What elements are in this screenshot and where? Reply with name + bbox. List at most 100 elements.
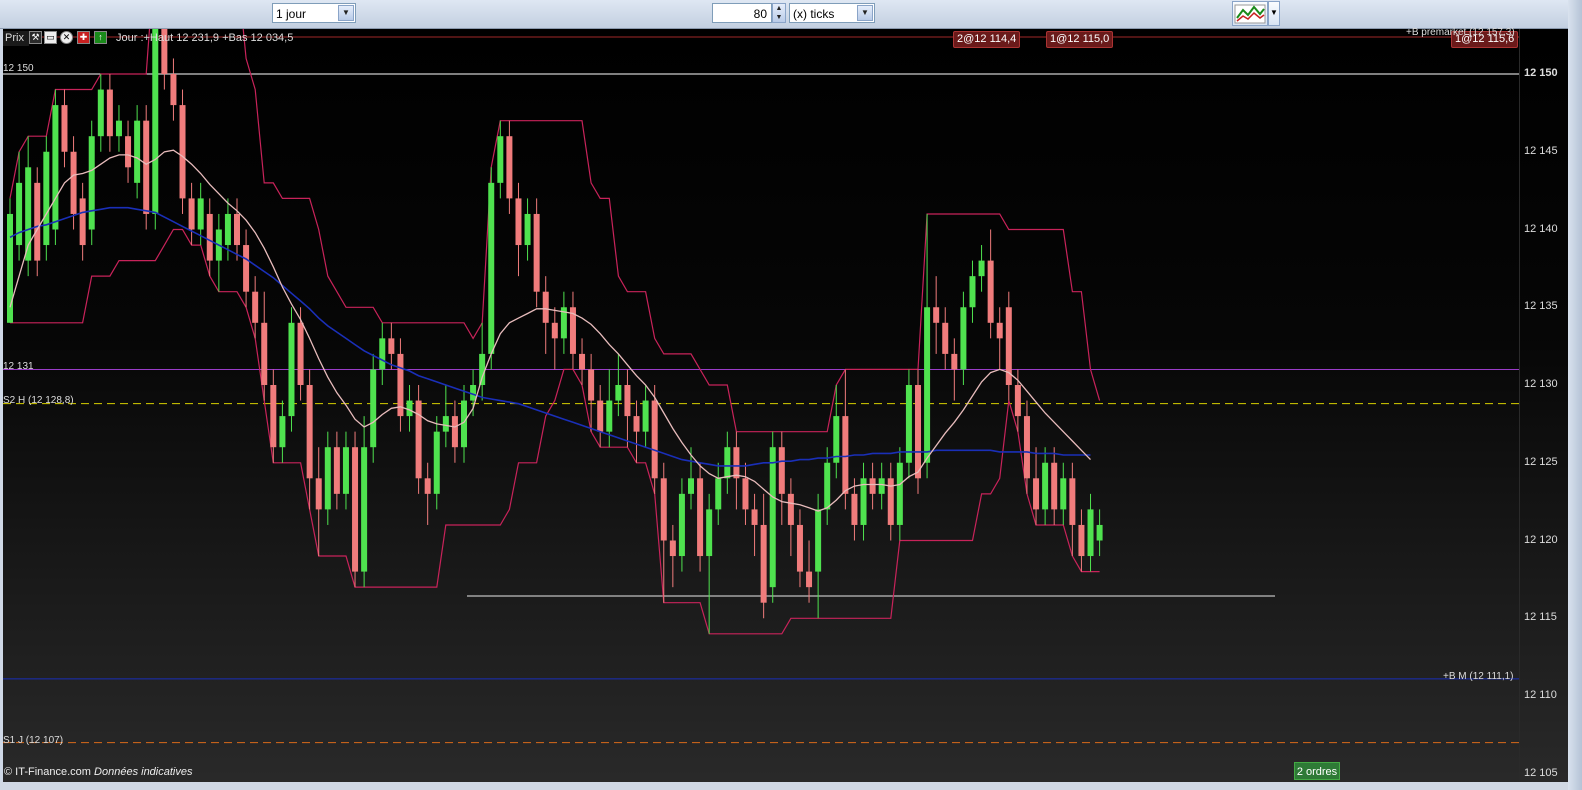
orders-button[interactable]: 2 ordres	[1294, 762, 1340, 780]
price-axis-tick-label: 12 125	[1524, 455, 1558, 468]
remove-icon[interactable]: ✚	[77, 31, 90, 44]
bottom-scrollbar[interactable]	[0, 782, 1568, 790]
candle-body	[606, 400, 613, 432]
candle-body	[787, 493, 794, 525]
arrow-up-icon[interactable]: ↑	[94, 31, 107, 44]
candle-body	[61, 105, 68, 152]
candle-body	[896, 462, 903, 525]
candle-body	[451, 416, 458, 448]
order-label[interactable]: 2@12 114,4	[953, 31, 1021, 48]
candle-body	[905, 385, 912, 463]
candle-body	[243, 245, 250, 292]
candle-body	[1069, 478, 1076, 525]
indicators-button[interactable]	[1232, 1, 1268, 26]
candle-body	[651, 400, 658, 479]
period-select-value: 1 jour	[276, 7, 307, 21]
candle-body	[370, 369, 377, 448]
candle-body	[915, 385, 921, 479]
candle-body	[869, 478, 876, 494]
chevron-down-icon[interactable]: ▼	[338, 5, 354, 21]
candle-body	[524, 213, 531, 246]
candle-body	[579, 353, 586, 370]
candle-body	[206, 213, 213, 261]
candle-body	[588, 369, 595, 401]
footer-brand: © IT-Finance.com	[4, 766, 91, 778]
chevron-down-icon[interactable]: ▼	[857, 5, 873, 21]
candle-body	[760, 524, 767, 603]
bm-level-label: +B M (12 111,1)	[1443, 671, 1514, 682]
tick-unit-value: (x) ticks	[793, 7, 835, 21]
price-axis-tick-label: 12 120	[1524, 533, 1558, 546]
candle-body	[951, 353, 958, 370]
candle-body	[379, 338, 386, 370]
candle-body	[406, 400, 413, 417]
period-select[interactable]: 1 jour ▼	[272, 3, 356, 23]
price-axis-tick-label: 12 150	[1524, 67, 1558, 79]
candle-body	[415, 400, 422, 479]
s1j-level-label: S1 J (12 107)	[3, 735, 64, 746]
toolbar: 1 jour ▼ 80 ▲ ▼ (x) ticks ▼ ▼	[0, 0, 1582, 29]
candle-body	[769, 447, 776, 588]
candle-body	[824, 462, 831, 510]
candle-body	[479, 353, 486, 385]
candle-body	[125, 136, 132, 168]
indicators-dropdown-button[interactable]: ▼	[1268, 1, 1280, 26]
candle-body	[969, 276, 976, 308]
candle-body	[352, 447, 359, 572]
level-label-12150: 12 150	[3, 63, 34, 74]
candle-body	[497, 136, 504, 183]
price-axis-tick-label: 12 135	[1524, 300, 1558, 313]
candle-body	[942, 322, 949, 354]
prix-label: Prix	[3, 31, 29, 46]
candle-body	[806, 571, 813, 588]
candle-body	[488, 182, 495, 354]
candle-body	[1033, 478, 1040, 510]
candle-body	[315, 478, 322, 510]
candle-body	[678, 493, 685, 557]
candle-body	[115, 120, 122, 137]
candle-body	[1014, 385, 1021, 417]
candle-body	[152, 27, 159, 214]
candle-body	[70, 151, 77, 214]
candle-body	[1042, 462, 1049, 510]
candle-body	[851, 493, 858, 525]
wrench-icon[interactable]: ⚒	[29, 31, 42, 44]
candle-body	[633, 416, 640, 432]
right-scrollbar[interactable]	[1568, 0, 1582, 790]
candle-body	[88, 136, 95, 230]
candle-body	[660, 478, 667, 541]
s2h-level-label: S2 H (12 128,8)	[3, 395, 74, 406]
premarket-level-label: +B premarket (12 157,3)	[1406, 27, 1515, 38]
candle-body	[261, 322, 268, 385]
candle-body	[134, 120, 141, 183]
candle-body	[1087, 509, 1094, 557]
candle-body	[551, 322, 558, 339]
candle-body	[742, 478, 749, 510]
close-icon[interactable]: ✕	[60, 31, 73, 44]
candle-body	[224, 213, 231, 246]
candle-body	[143, 120, 150, 214]
candle-body	[433, 431, 440, 494]
candle-body	[724, 447, 731, 479]
candle-body	[996, 322, 1003, 339]
candle-body	[252, 291, 259, 323]
candle-body	[733, 447, 740, 479]
candle-body	[16, 182, 23, 246]
candle-body	[179, 105, 186, 199]
price-axis-tick-label: 12 115	[1524, 611, 1557, 624]
candle-body	[79, 198, 86, 246]
candle-body	[533, 213, 540, 292]
candle-body	[442, 416, 449, 432]
candle-body	[1096, 524, 1103, 541]
candle-body	[188, 198, 195, 230]
tick-count-spinner[interactable]: ▲ ▼	[772, 3, 786, 23]
candle-body	[615, 385, 622, 401]
tick-unit-select[interactable]: (x) ticks ▼	[789, 3, 875, 23]
tick-count-input[interactable]: 80	[712, 3, 772, 23]
candle-body	[1060, 478, 1067, 510]
window-icon[interactable]: ▭	[44, 31, 57, 44]
footer-credit: © IT-Finance.com Données indicatives	[4, 766, 192, 778]
candle-body	[987, 260, 994, 323]
order-label[interactable]: 1@12 115,0	[1046, 31, 1114, 48]
candle-body	[778, 447, 785, 494]
